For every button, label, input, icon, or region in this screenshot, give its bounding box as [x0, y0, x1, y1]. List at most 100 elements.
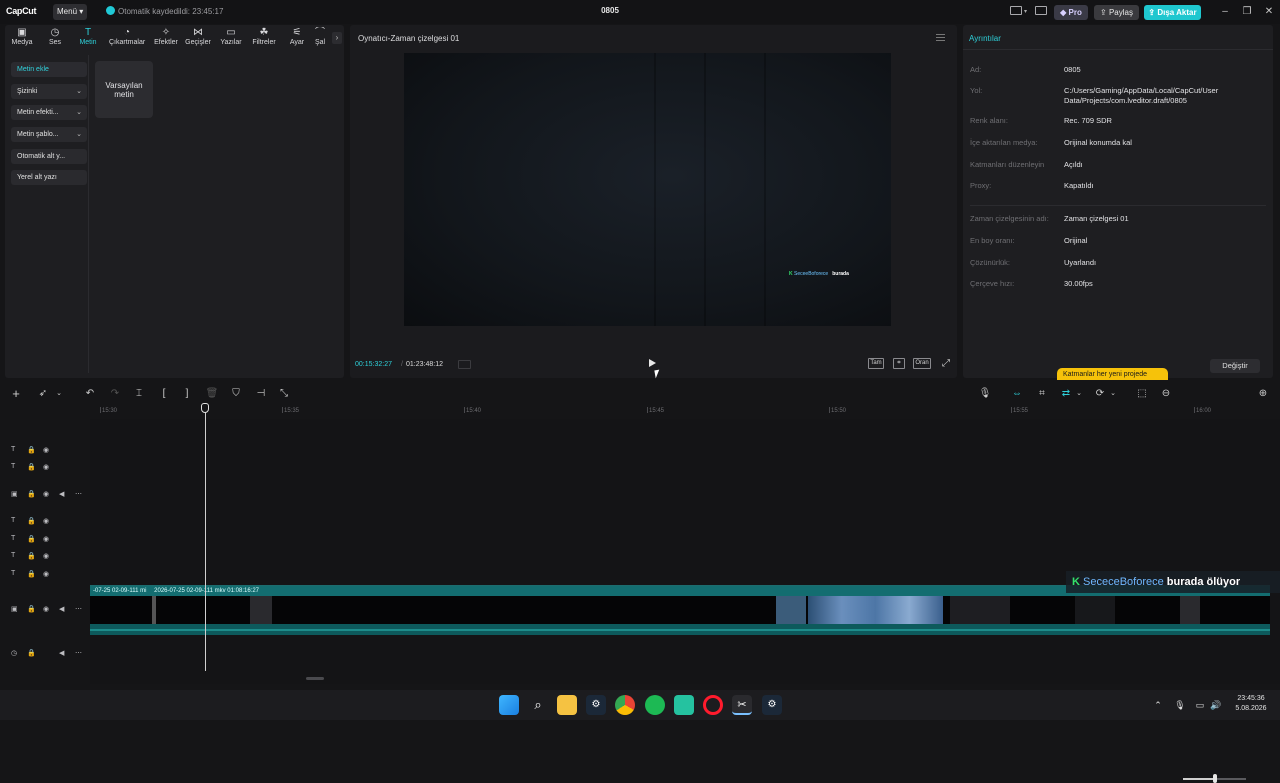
lock-icon[interactable]: 🔒 [27, 446, 36, 454]
file-explorer-icon[interactable] [557, 695, 577, 715]
trim-right-icon[interactable]: ] [180, 388, 194, 400]
timeline-area[interactable] [90, 419, 1280, 684]
microphone-icon[interactable]: 🎙 [1174, 700, 1186, 711]
aspect-ratio-button[interactable]: Oran [913, 358, 931, 369]
volume-icon[interactable]: 🔊 [1210, 700, 1222, 711]
keyboard-icon[interactable] [1035, 6, 1047, 15]
capcut-taskbar-icon[interactable]: ✂ [732, 695, 752, 715]
more-icon[interactable]: ⋯ [75, 649, 82, 657]
lock-icon[interactable]: 🔒 [27, 490, 36, 498]
reflow-chevron-icon[interactable]: ⌄ [1106, 388, 1120, 400]
zoom-in-icon[interactable]: ⊕ [1256, 388, 1270, 400]
opera-icon[interactable] [703, 695, 723, 715]
search-icon[interactable]: ⌕ [528, 695, 548, 715]
tab-adjust[interactable]: ⚟ Ayar [280, 27, 314, 51]
subnav-text-effects[interactable]: Metin efekti... ⌄ [11, 105, 87, 121]
freeze-icon[interactable]: ⊣ [254, 388, 268, 400]
subnav-custom[interactable]: Şizinki ⌄ [11, 83, 87, 99]
tab-captions[interactable]: ▭ Yazılar [214, 27, 248, 51]
trim-left-icon[interactable]: [ [157, 388, 171, 400]
lock-icon[interactable]: 🔒 [27, 605, 36, 613]
tab-filters[interactable]: ☘ Filtreler [247, 27, 281, 51]
link-icon[interactable]: ⇔ [1010, 388, 1024, 400]
timecode-toggle-icon[interactable] [458, 360, 471, 369]
eye-icon[interactable]: ◉ [43, 552, 49, 560]
export-button[interactable]: ⇪ Dışa Aktar [1144, 5, 1201, 20]
tab-audio[interactable]: ◷ Ses [38, 27, 72, 51]
tab-media[interactable]: ▣ Medya [5, 27, 39, 51]
speaker-icon[interactable]: ◀ [59, 490, 64, 498]
split-icon[interactable]: ⌶ [132, 388, 146, 400]
more-icon[interactable]: ⋯ [75, 605, 82, 613]
steam-icon[interactable]: ⚙ [586, 695, 606, 715]
playhead-handle[interactable] [201, 403, 209, 413]
share-button[interactable]: ⇪ Paylaş [1094, 5, 1139, 20]
crop-icon[interactable]: ⌗ [893, 358, 905, 369]
spotify-icon[interactable] [645, 695, 665, 715]
video-preview[interactable]: K SeceeBoforece burada [404, 53, 891, 326]
preview-axis-chevron-icon[interactable]: ⌄ [1072, 388, 1086, 400]
eye-icon[interactable]: ◉ [43, 517, 49, 525]
select-tool-icon[interactable]: ➶ [36, 388, 50, 400]
fit-timeline-icon[interactable]: ⬚ [1135, 388, 1149, 400]
eye-icon[interactable]: ◉ [43, 463, 49, 471]
steam-icon[interactable]: ⚙ [762, 695, 782, 715]
marker-icon[interactable]: ⛉ [229, 388, 243, 400]
player-menu-icon[interactable] [936, 34, 945, 41]
subnav-add-text[interactable]: Metin ekle [11, 62, 87, 77]
timeline-ruler[interactable]: 15:30 15:35 15:40 15:45 15:50 15:55 16:0… [90, 403, 1280, 419]
fullscreen-mode-button[interactable]: Tam [868, 358, 884, 369]
tabs-scroll-right-icon[interactable]: › [332, 32, 342, 44]
tab-text[interactable]: T Metin [71, 27, 105, 51]
system-clock[interactable]: 23:45:36 5.08.2026 [1228, 694, 1274, 714]
whatsapp-icon[interactable] [674, 695, 694, 715]
expand-icon[interactable]: ⤢ [942, 358, 950, 369]
subnav-auto-captions[interactable]: Otomatik alt y... [11, 148, 87, 164]
eye-icon[interactable]: ◉ [43, 490, 49, 498]
layout-chevron-icon[interactable]: ▾ [1024, 8, 1027, 15]
timeline-scrollbar[interactable] [306, 677, 324, 680]
start-icon[interactable] [499, 695, 519, 715]
play-icon[interactable] [649, 359, 656, 367]
delete-icon[interactable]: 🗑 [205, 388, 219, 400]
lock-icon[interactable]: 🔒 [27, 535, 36, 543]
preview-axis-icon[interactable]: ⇄ [1059, 388, 1073, 400]
layout-icon[interactable] [1010, 6, 1022, 15]
pro-button[interactable]: ◆ Pro [1054, 5, 1088, 20]
close-icon[interactable]: ✕ [1262, 5, 1276, 19]
eye-icon[interactable]: ◉ [43, 446, 49, 454]
eye-icon[interactable]: ◉ [43, 570, 49, 578]
more-icon[interactable]: ⋯ [75, 490, 82, 498]
eye-icon[interactable]: ◉ [43, 535, 49, 543]
default-text-preset[interactable]: Varsayılan metin [95, 61, 153, 118]
subnav-local-captions[interactable]: Yerel alt yazı [11, 170, 87, 186]
tray-chevron-icon[interactable]: ⌃ [1152, 700, 1164, 711]
network-icon[interactable]: ▭ [1194, 700, 1206, 711]
lock-icon[interactable]: 🔒 [27, 463, 36, 471]
zoom-out-icon[interactable]: ⊖ [1159, 388, 1173, 400]
speaker-icon[interactable]: ◀ [59, 605, 64, 613]
minimize-icon[interactable]: – [1218, 5, 1232, 19]
chrome-icon[interactable] [615, 695, 635, 715]
zoom-slider-handle[interactable] [1213, 774, 1217, 783]
add-track-icon[interactable]: + [9, 387, 23, 400]
select-chevron-icon[interactable]: ⌄ [52, 388, 66, 400]
lock-icon[interactable]: 🔒 [27, 517, 36, 525]
tab-transitions[interactable]: ⋈ Geçişler [181, 27, 215, 51]
magic-icon[interactable]: ⤡ [277, 388, 291, 400]
tab-stickers[interactable]: ◔ Çıkartmalar [109, 27, 145, 51]
redo-icon[interactable]: ↷ [108, 388, 122, 400]
tab-effects[interactable]: ✧ Efektler [149, 27, 183, 51]
snap-icon[interactable]: ⌗ [1035, 388, 1049, 400]
lock-icon[interactable]: 🔒 [27, 649, 36, 657]
auto-reflow-icon[interactable]: ⟳ [1093, 388, 1107, 400]
subnav-text-templates[interactable]: Metin şablo... ⌄ [11, 127, 87, 143]
lock-icon[interactable]: 🔒 [27, 552, 36, 560]
lock-icon[interactable]: 🔒 [27, 570, 36, 578]
maximize-icon[interactable]: ❐ [1240, 5, 1254, 19]
change-button[interactable]: Değiştir [1210, 359, 1260, 373]
microphone-icon[interactable]: 🎙 [978, 388, 992, 400]
speaker-icon[interactable]: ◀ [59, 649, 64, 657]
playhead[interactable] [205, 408, 206, 671]
eye-icon[interactable]: ◉ [43, 605, 49, 613]
